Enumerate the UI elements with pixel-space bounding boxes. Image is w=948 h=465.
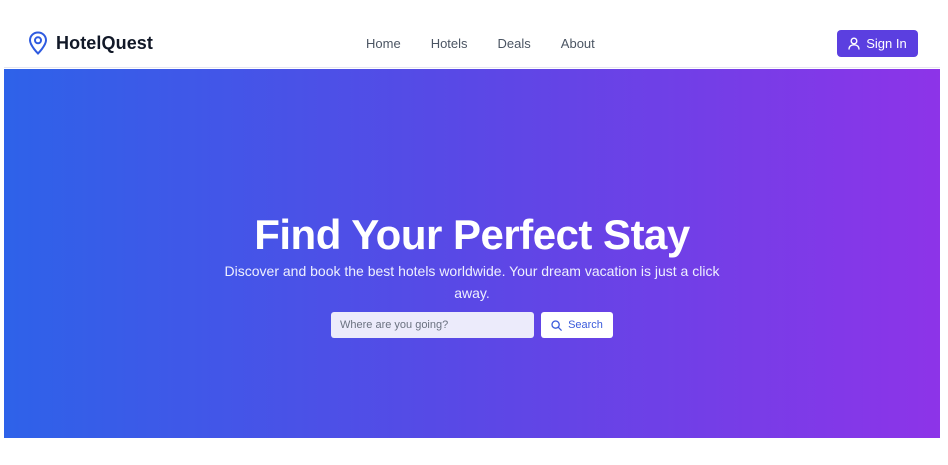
user-icon bbox=[848, 37, 860, 50]
hero-title: Find Your Perfect Stay bbox=[254, 211, 690, 258]
nav-item-deals[interactable]: Deals bbox=[498, 36, 531, 51]
sign-in-label: Sign In bbox=[866, 36, 907, 51]
brand-name: HotelQuest bbox=[56, 32, 154, 53]
hero-subtitle: Discover and book the best hotels worldw… bbox=[224, 263, 720, 301]
search-icon bbox=[551, 319, 562, 331]
nav-item-hotels[interactable]: Hotels bbox=[431, 36, 468, 51]
nav-item-home[interactable]: Home bbox=[366, 36, 401, 51]
main-nav: Home Hotels Deals About bbox=[366, 36, 595, 51]
search-button[interactable]: Search bbox=[541, 312, 613, 338]
search-button-label: Search bbox=[568, 319, 603, 331]
site-header: HotelQuest Home Hotels Deals About Sign … bbox=[4, 0, 940, 68]
page: HotelQuest Home Hotels Deals About Sign … bbox=[0, 0, 948, 465]
search-bar: Search bbox=[331, 312, 613, 338]
nav-item-about[interactable]: About bbox=[561, 36, 595, 51]
destination-search-input[interactable] bbox=[331, 312, 534, 338]
sign-in-button[interactable]: Sign In bbox=[837, 30, 918, 57]
hero-section: Find Your Perfect Stay Discover and book… bbox=[4, 69, 940, 438]
map-pin-icon bbox=[28, 31, 48, 55]
brand[interactable]: HotelQuest bbox=[28, 31, 153, 55]
